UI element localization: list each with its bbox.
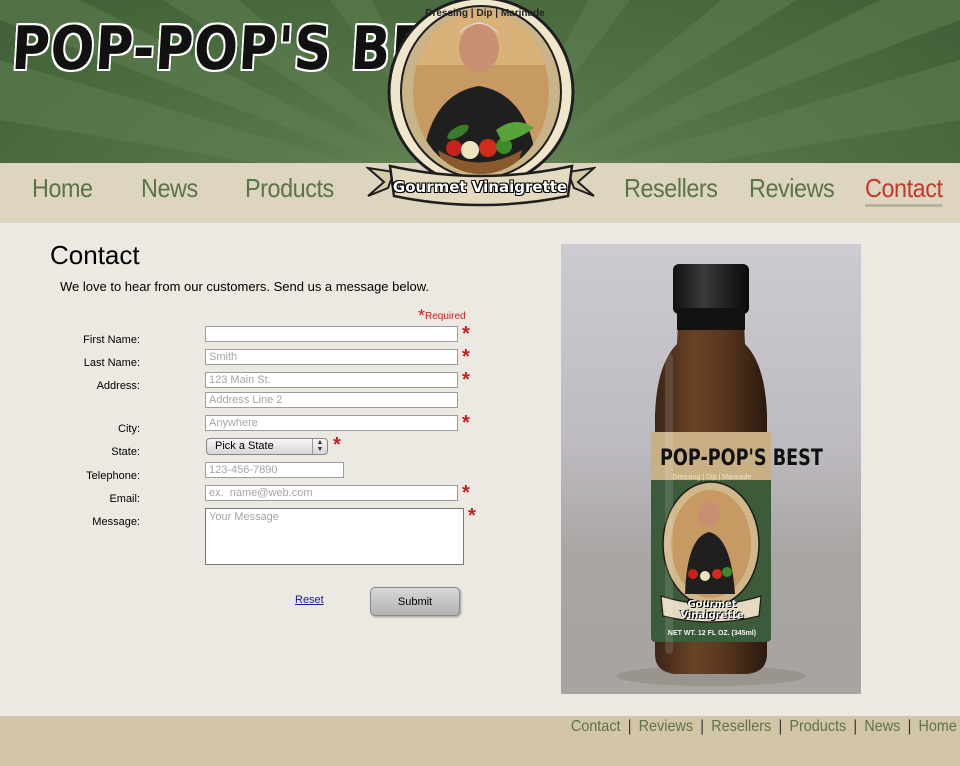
up-down-chevron-icon: ▲ ▼: [312, 439, 327, 454]
reset-link[interactable]: Reset: [295, 594, 324, 606]
asterisk-icon: *: [462, 323, 470, 345]
asterisk-icon: *: [418, 306, 426, 326]
city-field[interactable]: [205, 415, 458, 431]
address-line-2-field[interactable]: [205, 392, 458, 408]
footer-link-products[interactable]: Products: [789, 718, 846, 735]
bottle-net-weight: NET WT. 12 FL OZ. (345ml): [667, 630, 757, 637]
intro-text: We love to hear from our customers. Send…: [60, 279, 429, 294]
badge-tagline: Dressing | Dip | Marinade: [425, 8, 545, 19]
badge-ribbon-text: Gourmet Vinaigrette: [392, 178, 568, 196]
message-field[interactable]: [205, 508, 464, 565]
state-label: State:: [111, 446, 140, 458]
asterisk-icon: *: [333, 434, 341, 456]
last-name-label: Last Name:: [83, 357, 140, 369]
nav-item-news[interactable]: News: [141, 173, 198, 204]
first-name-field[interactable]: [205, 326, 458, 342]
address-field[interactable]: [205, 372, 458, 388]
submit-button[interactable]: Submit: [370, 587, 460, 616]
last-name-field[interactable]: [205, 349, 458, 365]
state-select-value: Pick a State: [215, 440, 274, 452]
footer-separator: |: [778, 718, 783, 735]
telephone-field[interactable]: [205, 462, 344, 478]
message-label: Message:: [92, 516, 140, 528]
email-field[interactable]: [205, 485, 458, 501]
bottle-label-title: POP-POP'S BEST: [660, 446, 823, 471]
first-name-label: First Name:: [83, 334, 140, 346]
required-label: Required: [425, 311, 466, 322]
nav-item-reviews[interactable]: Reviews: [749, 173, 835, 204]
product-photo: POP-POP'S BEST Dressing | Dip | Marinade…: [561, 244, 861, 694]
nav-item-home[interactable]: Home: [32, 173, 93, 204]
nav-item-products[interactable]: Products: [245, 173, 334, 204]
footer-separator: |: [907, 718, 912, 735]
asterisk-icon: *: [462, 346, 470, 368]
city-label: City:: [118, 423, 140, 435]
footer-separator: |: [700, 718, 705, 735]
page-title: Contact: [50, 240, 140, 270]
footer-link-resellers[interactable]: Resellers: [711, 718, 771, 735]
telephone-label: Telephone:: [86, 470, 140, 482]
nav-item-resellers[interactable]: Resellers: [624, 173, 718, 204]
asterisk-icon: *: [462, 482, 470, 504]
email-label: Email:: [109, 493, 140, 505]
footer-link-reviews[interactable]: Reviews: [639, 718, 693, 735]
address-label: Address:: [96, 380, 140, 392]
asterisk-icon: *: [462, 369, 470, 391]
footer-link-home[interactable]: Home: [919, 718, 957, 735]
state-select[interactable]: Pick a State ▲ ▼: [206, 438, 328, 455]
asterisk-icon: *: [462, 412, 470, 434]
required-note: *Required: [418, 306, 466, 327]
bottle-label-tagline: Dressing | Dip | Marinade: [672, 474, 752, 481]
footer-separator: |: [853, 718, 858, 735]
footer-link-news[interactable]: News: [864, 718, 900, 735]
nav-item-contact[interactable]: Contact: [865, 173, 943, 207]
footer-separator: |: [627, 718, 632, 735]
bottle-label-ribbon: Gourmet Vinaigrette: [680, 599, 744, 621]
footer-link-contact[interactable]: Contact: [571, 718, 621, 735]
asterisk-icon: *: [468, 505, 476, 527]
footer-nav: Contact | Reviews | Resellers | Products | News |…: [571, 718, 957, 736]
